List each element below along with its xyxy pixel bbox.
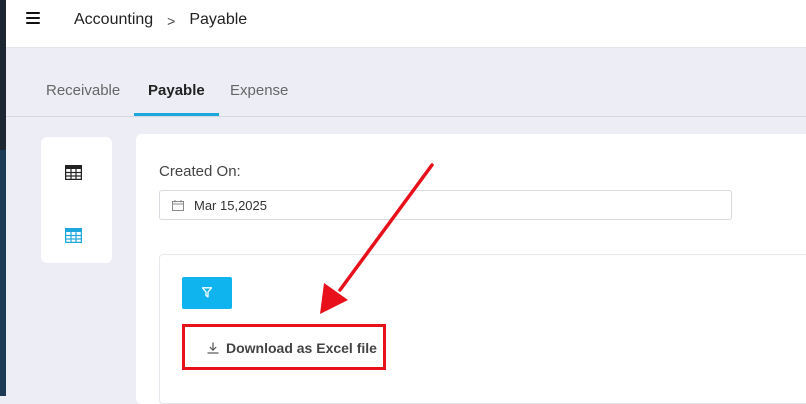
tab-bar: Receivable Payable Expense [6, 72, 806, 117]
tab-expense[interactable]: Expense [216, 72, 302, 116]
download-excel-button[interactable]: Download as Excel file [182, 324, 386, 370]
tab-receivable[interactable]: Receivable [32, 72, 134, 116]
filter-icon [202, 287, 212, 298]
table-icon[interactable] [65, 165, 82, 180]
download-excel-label: Download as Excel file [226, 340, 377, 356]
breadcrumb-current: Payable [189, 11, 248, 28]
created-on-date-value: Mar 15,2025 [194, 198, 267, 213]
download-icon [207, 342, 219, 354]
tab-payable[interactable]: Payable [134, 72, 219, 116]
created-on-label: Created On: [159, 163, 241, 180]
breadcrumb-root[interactable]: Accounting [74, 11, 153, 31]
grid-icon[interactable] [65, 228, 82, 243]
calendar-icon [172, 200, 184, 211]
breadcrumb-separator: > [167, 13, 176, 29]
view-switcher [41, 137, 112, 263]
menu-icon[interactable] [26, 12, 40, 26]
left-edge-strip [0, 0, 6, 396]
top-bar: Accounting > Payable [6, 0, 806, 48]
created-on-date-input[interactable]: Mar 15,2025 [159, 190, 732, 220]
breadcrumb: Accounting > Payable [74, 11, 247, 31]
filter-button[interactable] [182, 277, 232, 309]
